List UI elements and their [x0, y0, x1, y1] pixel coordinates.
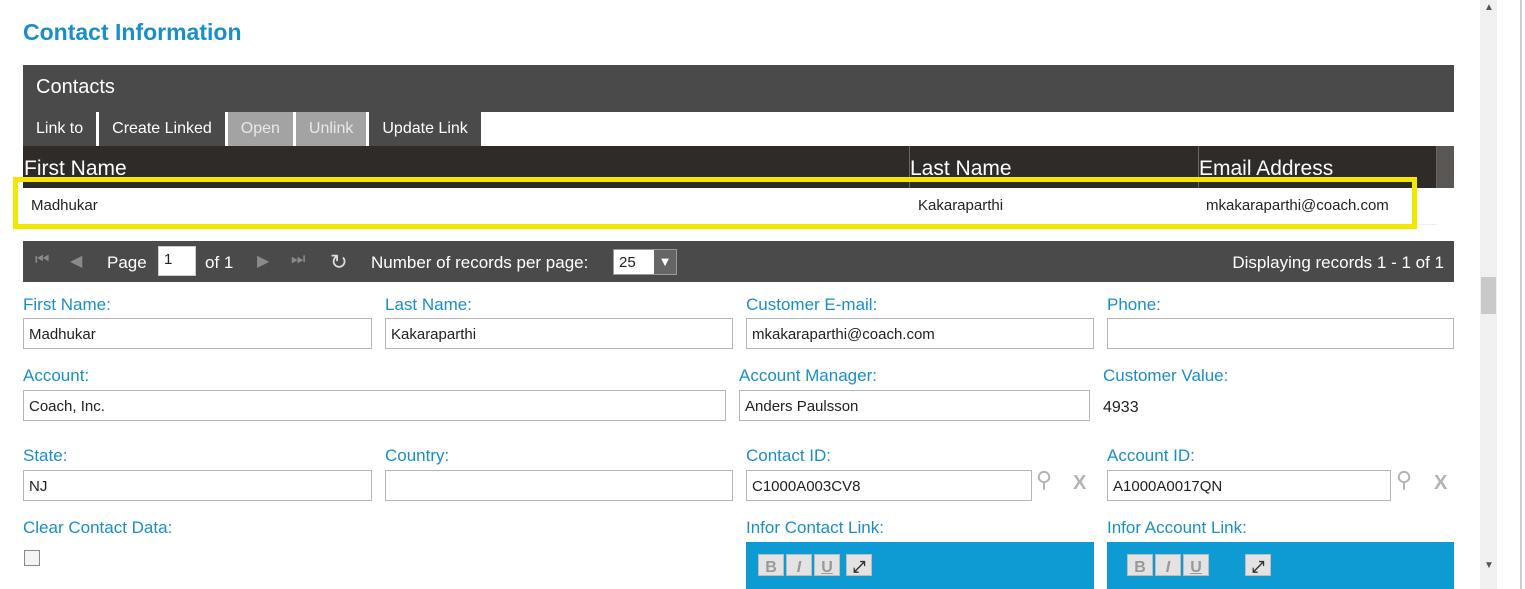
link-to-button[interactable]: Link to — [23, 112, 97, 146]
contacts-toolbar: Link to Create Linked Open Unlink Update… — [23, 112, 481, 146]
pager: ⏮ ◀ Page 1 of 1 ▶ ⏭ ↻ Number of records … — [23, 241, 1454, 282]
clear-contact-data-label: Clear Contact Data: — [23, 518, 173, 537]
scroll-down-icon[interactable]: ▼ — [1484, 560, 1494, 571]
first-name-field[interactable]: Madhukar — [23, 318, 372, 349]
underline-button[interactable]: U — [1183, 554, 1209, 576]
last-page-icon[interactable]: ⏭ — [291, 251, 305, 269]
window-edge — [1520, 0, 1522, 589]
open-button[interactable]: Open — [227, 112, 293, 146]
country-label: Country: — [385, 446, 450, 465]
first-name-label: First Name: — [23, 295, 111, 314]
underline-button[interactable]: U — [814, 554, 840, 576]
chevron-down-icon: ▼ — [654, 250, 676, 274]
contact-id-label: Contact ID: — [746, 446, 832, 465]
customer-value-label: Customer Value: — [1103, 366, 1229, 385]
next-page-icon[interactable]: ▶ — [257, 251, 269, 271]
account-manager-label: Account Manager: — [739, 366, 877, 385]
scroll-up-icon[interactable]: ▲ — [1484, 2, 1494, 13]
state-label: State: — [23, 446, 68, 465]
page-label: Page — [107, 253, 147, 272]
row-highlight-box — [13, 177, 1417, 229]
contact-id-field[interactable]: C1000A003CV8 — [746, 470, 1032, 501]
first-page-icon[interactable]: ⏮ — [35, 251, 49, 269]
last-name-label: Last Name: — [385, 295, 472, 314]
phone-field[interactable] — [1107, 318, 1454, 349]
section-title: Contact Information — [23, 19, 242, 45]
italic-button[interactable]: I — [1155, 554, 1181, 576]
vertical-scrollbar[interactable]: ▲ ▼ — [1480, 0, 1497, 589]
customer-email-field[interactable]: mkakaraparthi@coach.com — [746, 318, 1094, 349]
last-name-field[interactable]: Kakaraparthi — [385, 318, 733, 349]
italic-button[interactable]: I — [786, 554, 812, 576]
phone-label: Phone: — [1107, 295, 1161, 314]
account-label: Account: — [23, 366, 90, 385]
update-link-button[interactable]: Update Link — [369, 112, 481, 146]
infor-account-link-editor[interactable]: B I U ⤢ — [1107, 542, 1454, 589]
contact-id-clear-icon[interactable]: X — [1073, 472, 1086, 495]
customer-email-label: Customer E-mail: — [746, 295, 878, 314]
per-page-select[interactable]: 25 ▼ — [613, 249, 677, 275]
expand-icon[interactable]: ⤢ — [846, 554, 872, 576]
per-page-label: Number of records per page: — [371, 253, 589, 272]
account-id-clear-icon[interactable]: X — [1434, 472, 1447, 495]
account-id-label: Account ID: — [1107, 446, 1195, 465]
expand-icon[interactable]: ⤢ — [1245, 554, 1271, 576]
bold-button[interactable]: B — [1127, 554, 1153, 576]
infor-account-link-label: Infor Account Link: — [1107, 518, 1247, 537]
unlink-button[interactable]: Unlink — [295, 112, 367, 146]
country-field[interactable] — [385, 470, 733, 501]
account-field[interactable]: Coach, Inc. — [23, 390, 726, 421]
bold-button[interactable]: B — [758, 554, 784, 576]
infor-contact-link-editor[interactable]: B I U ⤢ — [746, 542, 1094, 589]
per-page-value: 25 — [619, 254, 636, 271]
account-manager-field[interactable]: Anders Paulsson — [739, 390, 1090, 421]
page-number-input[interactable]: 1 — [158, 246, 196, 276]
infor-contact-link-label: Infor Contact Link: — [746, 518, 884, 537]
contact-id-search-icon[interactable]: ⚲ — [1036, 467, 1052, 493]
display-records-text: Displaying records 1 - 1 of 1 — [1232, 253, 1444, 272]
customer-value: 4933 — [1103, 399, 1139, 416]
clear-contact-data-checkbox[interactable] — [24, 550, 40, 566]
contacts-panel-header: Contacts — [23, 65, 1454, 112]
page-of-label: of 1 — [205, 253, 234, 272]
prev-page-icon[interactable]: ◀ — [70, 251, 82, 271]
account-id-search-icon[interactable]: ⚲ — [1396, 467, 1412, 493]
grid-header-scroll-stub — [1437, 146, 1454, 188]
state-field[interactable]: NJ — [23, 470, 372, 501]
create-linked-button[interactable]: Create Linked — [99, 112, 225, 146]
contacts-panel-title: Contacts — [36, 76, 115, 98]
refresh-icon[interactable]: ↻ — [330, 250, 348, 275]
account-id-field[interactable]: A1000A0017QN — [1107, 470, 1391, 501]
scrollbar-thumb[interactable] — [1481, 277, 1496, 314]
